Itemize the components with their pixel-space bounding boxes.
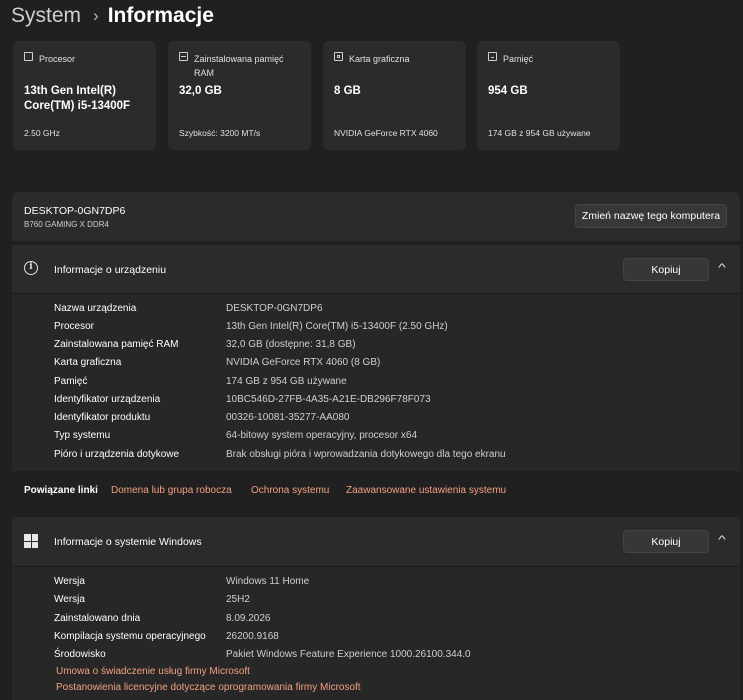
related-links-title: Powiązane linki	[24, 485, 98, 496]
page-title: Informacje	[107, 4, 214, 27]
spec-value: Brak obsługi pióra i wprowadzania dotyko…	[226, 448, 506, 460]
spec-row: Nazwa urządzenia DESKTOP-0GN7DP6	[54, 299, 734, 317]
device-info-header[interactable]: i Informacje o urządzeniu Kopiuj ^	[12, 245, 740, 294]
copy-windows-info-button[interactable]: Kopiuj	[623, 530, 709, 553]
card-value: 32,0 GB	[179, 85, 222, 97]
ram-icon	[179, 52, 188, 61]
spec-row: Karta graficzna NVIDIA GeForce RTX 4060 (…	[54, 353, 734, 371]
windows-info-header[interactable]: Informacje o systemie Windows Kopiuj ^	[12, 517, 740, 566]
card-value: 8 GB	[334, 85, 361, 97]
spec-row: Identyfikator urządzenia 10BC546D-27FB-4A…	[54, 390, 734, 408]
device-name-bar: DESKTOP-0GN7DP6 B760 GAMING X DDR4 Zmień…	[12, 192, 740, 241]
spec-key: Zainstalowano dnia	[54, 612, 141, 624]
storage-icon	[488, 52, 497, 61]
card-sub: NVIDIA GeForce RTX 4060	[334, 128, 438, 138]
spec-key: Zainstalowana pamięć RAM	[54, 338, 179, 350]
spec-row: Zainstalowana pamięć RAM 32,0 GB (dostępn…	[54, 335, 734, 353]
spec-value: 174 GB z 954 GB używane	[226, 375, 347, 387]
spec-key: Pióro i urządzenia dotykowe	[54, 448, 180, 460]
spec-row: Pamięć 174 GB z 954 GB używane	[54, 372, 734, 390]
breadcrumb-chevron-icon: ›	[93, 6, 99, 25]
spec-key: Identyfikator produktu	[54, 411, 151, 423]
card-label: Zainstalowana pamięć RAM	[194, 54, 284, 78]
related-links: Powiązane linki Domena lub grupa robocza…	[12, 471, 740, 511]
spec-key: Środowisko	[54, 648, 106, 660]
chevron-up-icon[interactable]: ^	[710, 262, 734, 274]
spec-row: Wersja 25H2	[54, 590, 734, 608]
processor-icon	[24, 52, 33, 61]
spec-value: 32,0 GB (dostępne: 31,8 GB)	[226, 338, 356, 350]
device-model: B760 GAMING X DDR4	[24, 220, 109, 229]
card-label: Karta graficzna	[349, 54, 410, 64]
spec-value: NVIDIA GeForce RTX 4060 (8 GB)	[226, 356, 381, 368]
spec-value: Windows 11 Home	[226, 575, 310, 587]
spec-value: 26200.9168	[226, 630, 279, 642]
spec-key: Wersja	[54, 575, 85, 587]
windows-logo-icon	[24, 534, 38, 548]
card-sub: 174 GB z 954 GB używane	[488, 128, 591, 138]
card-sub: 2.50 GHz	[24, 128, 60, 138]
spec-value: 8.09.2026	[226, 612, 271, 624]
spec-row: Typ systemu 64-bitowy system operacyjny, …	[54, 426, 734, 444]
chevron-up-icon[interactable]: ^	[710, 534, 734, 546]
spec-key: Nazwa urządzenia	[54, 302, 137, 314]
link-domain-workgroup[interactable]: Domena lub grupa robocza	[111, 485, 232, 496]
link-system-protection[interactable]: Ochrona systemu	[251, 485, 329, 496]
spec-key: Pamięć	[54, 375, 88, 387]
spec-value: 00326-10081-35277-AA080	[226, 411, 350, 423]
spec-value: DESKTOP-0GN7DP6	[226, 302, 323, 314]
spec-row: Pióro i urządzenia dotykowe Brak obsługi …	[54, 445, 734, 463]
section-title: Informacje o systemie Windows	[54, 535, 202, 548]
link-advanced-system-settings[interactable]: Zaawansowane ustawienia systemu	[346, 485, 506, 496]
spec-value: 64-bitowy system operacyjny, procesor x6…	[226, 429, 418, 441]
card-value: 13th Gen Intel(R) Core(TM) i5-13400F	[24, 85, 131, 112]
spec-row: Procesor 13th Gen Intel(R) Core(TM) i5-13…	[54, 317, 734, 335]
spec-value: 13th Gen Intel(R) Core(TM) i5-13400F (2.…	[226, 320, 448, 332]
spec-row: Wersja Windows 11 Home	[54, 572, 734, 590]
card-value: 954 GB	[488, 85, 528, 97]
spec-value: 10BC546D-27FB-4A35-A21E-DB296F78F073	[226, 393, 431, 405]
spec-key: Procesor	[54, 320, 95, 332]
device-info-body: Nazwa urządzenia DESKTOP-0GN7DP6 Procesor…	[12, 293, 740, 471]
windows-info-body: Wersja Windows 11 Home Wersja 25H2 Zainsta…	[12, 566, 740, 700]
spec-row: Kompilacja systemu operacyjnego 26200.916…	[54, 627, 734, 645]
section-title: Informacje o urządzeniu	[54, 263, 167, 276]
spec-value: Pakiet Windows Feature Experience 1000.2…	[226, 648, 471, 660]
card-sub: Szybkość: 3200 MT/s	[179, 128, 261, 138]
spec-row: Zainstalowano dnia 8.09.2026	[54, 609, 734, 627]
spec-key: Karta graficzna	[54, 356, 122, 368]
spec-value: 25H2	[226, 593, 250, 605]
spec-row: Środowisko Pakiet Windows Feature Experie…	[54, 645, 734, 663]
link-microsoft-services-agreement[interactable]: Umowa o świadczenie usług firmy Microsof…	[56, 666, 250, 677]
link-microsoft-license-terms[interactable]: Postanowienia licencyjne dotyczące oprog…	[56, 682, 361, 693]
info-icon: i	[24, 261, 38, 275]
spec-row: Identyfikator produktu 00326-10081-35277-…	[54, 408, 734, 426]
spec-key: Identyfikator urządzenia	[54, 393, 161, 405]
rename-pc-button[interactable]: Zmień nazwę tego komputera	[575, 204, 727, 228]
breadcrumb-system[interactable]: System	[11, 4, 81, 28]
spec-key: Typ systemu	[54, 429, 111, 441]
graphics-card-icon	[334, 52, 343, 61]
breadcrumb: System › Informacje	[11, 2, 214, 30]
spec-key: Wersja	[54, 593, 85, 605]
copy-device-info-button[interactable]: Kopiuj	[623, 258, 709, 281]
card-label: Procesor	[39, 54, 76, 64]
device-name: DESKTOP-0GN7DP6	[24, 205, 126, 217]
spec-key: Kompilacja systemu operacyjnego	[54, 630, 206, 642]
card-label: Pamięć	[503, 54, 534, 64]
